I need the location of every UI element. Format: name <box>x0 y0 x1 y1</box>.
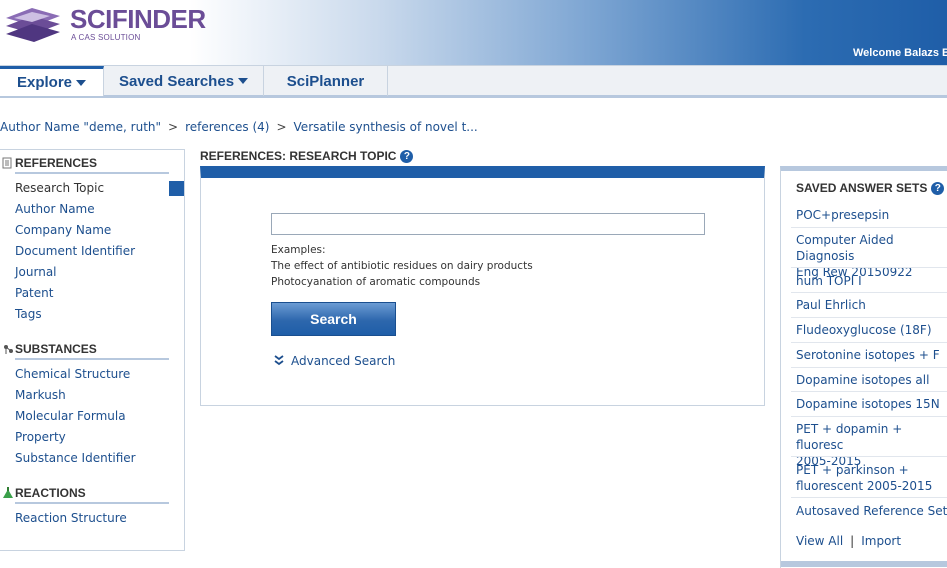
tab-sciplanner[interactable]: SciPlanner <box>264 66 388 96</box>
saved-answer-set[interactable]: Paul Ehrlich <box>796 297 866 313</box>
page-title-text: REFERENCES: RESEARCH TOPIC <box>200 149 397 163</box>
help-icon[interactable]: ? <box>931 182 945 195</box>
divider <box>791 416 947 417</box>
search-button[interactable]: Search <box>271 302 396 336</box>
explore-sidebar: REFERENCES Research Topic Author Name Co… <box>0 149 185 551</box>
examples-block: Examples: The effect of antibiotic resid… <box>271 242 533 290</box>
welcome-user-text[interactable]: Welcome Balazs Ba <box>853 47 947 59</box>
saved-answer-sets-heading: SAVED ANSWER SETS? <box>796 181 945 195</box>
saved-answer-sets-footer: View All | Import <box>796 534 901 548</box>
logo-wordmark: SCIFINDER <box>70 4 206 34</box>
section-substances-heading: SUBSTANCES <box>15 342 169 360</box>
selected-indicator <box>169 181 184 196</box>
sidebar-item-chemical-structure[interactable]: Chemical Structure <box>15 367 130 381</box>
chevron-down-icon <box>238 78 249 84</box>
sidebar-item-patent[interactable]: Patent <box>15 286 53 300</box>
breadcrumb-current-reference[interactable]: Versatile synthesis of novel t... <box>294 120 478 134</box>
divider <box>791 497 947 498</box>
help-icon[interactable]: ? <box>400 150 414 163</box>
view-all-link[interactable]: View All <box>796 534 843 548</box>
research-topic-input[interactable] <box>271 213 705 235</box>
scifinder-logo-icon <box>6 8 60 42</box>
tab-saved-searches-label: Saved Searches <box>118 72 235 90</box>
divider <box>791 227 947 228</box>
sidebar-item-research-topic[interactable]: Research Topic <box>15 181 104 195</box>
saved-answer-set[interactable]: hum TOPI I <box>796 273 862 289</box>
sidebar-item-author-name[interactable]: Author Name <box>15 202 95 216</box>
section-references-heading: REFERENCES <box>15 156 169 174</box>
tab-explore-label: Explore <box>16 74 73 91</box>
saved-answer-set[interactable]: PET + parkinson + fluorescent 2005-2015 <box>796 462 932 494</box>
divider <box>791 267 947 268</box>
header-top-links <box>812 0 947 4</box>
tab-sciplanner-label: SciPlanner <box>286 72 365 90</box>
saved-answer-sets-panel: SAVED ANSWER SETS? POC+presepsin Compute… <box>780 166 947 568</box>
sidebar-item-tags[interactable]: Tags <box>15 307 42 321</box>
page-title: REFERENCES: RESEARCH TOPIC? <box>200 149 414 163</box>
logo-tagline: A CAS SOLUTION <box>71 33 141 42</box>
sidebar-item-journal[interactable]: Journal <box>15 265 57 279</box>
scifinder-logo[interactable]: SCIFINDER A CAS SOLUTION <box>2 2 206 46</box>
substances-icon <box>4 345 13 354</box>
research-topic-panel: Examples: The effect of antibiotic resid… <box>200 166 765 406</box>
tab-explore[interactable]: Explore <box>0 66 104 96</box>
divider <box>791 317 947 318</box>
divider: | <box>850 534 855 548</box>
panel-bottom-bar <box>781 561 947 567</box>
divider <box>791 367 947 368</box>
sidebar-item-document-identifier[interactable]: Document Identifier <box>15 244 135 258</box>
app-header: SCIFINDER A CAS SOLUTION Welcome Balazs … <box>0 0 947 65</box>
import-link[interactable]: Import <box>861 534 901 548</box>
divider <box>791 456 947 457</box>
examples-label: Examples: <box>271 244 326 256</box>
saved-answer-set[interactable]: Autosaved Reference Set <box>796 503 947 519</box>
breadcrumb-separator: > <box>276 120 287 134</box>
divider <box>791 292 947 293</box>
advanced-search-label: Advanced Search <box>291 354 396 368</box>
main-nav: Explore Saved Searches SciPlanner <box>0 65 947 98</box>
saved-answer-set[interactable]: Serotonine isotopes + F <box>796 347 940 363</box>
saved-answer-sets-title: SAVED ANSWER SETS <box>796 181 928 195</box>
sidebar-item-company-name[interactable]: Company Name <box>15 223 111 237</box>
saved-answer-set[interactable]: Dopamine isotopes 15N <box>796 396 940 412</box>
double-chevron-down-icon <box>274 355 284 366</box>
section-reactions-heading: REACTIONS <box>15 486 169 504</box>
sidebar-item-reaction-structure[interactable]: Reaction Structure <box>15 511 127 525</box>
divider <box>791 391 947 392</box>
saved-answer-set[interactable]: Dopamine isotopes all <box>796 372 929 388</box>
chevron-down-icon <box>76 79 87 86</box>
breadcrumb-separator: > <box>168 120 179 134</box>
divider <box>791 342 947 343</box>
reactions-icon <box>3 487 13 498</box>
breadcrumb-references[interactable]: references (4) <box>185 120 269 134</box>
sidebar-item-molecular-formula[interactable]: Molecular Formula <box>15 409 126 423</box>
saved-answer-set[interactable]: Fludeoxyglucose (18F) <box>796 322 932 338</box>
tab-saved-searches[interactable]: Saved Searches <box>104 66 264 96</box>
breadcrumb-author-name[interactable]: Author Name "deme, ruth" <box>0 120 161 134</box>
advanced-search-link[interactable]: Advanced Search <box>273 354 395 368</box>
saved-answer-set[interactable]: POC+presepsin <box>796 207 889 223</box>
sidebar-item-markush[interactable]: Markush <box>15 388 66 402</box>
example-text: The effect of antibiotic residues on dai… <box>271 260 533 272</box>
references-icon <box>2 157 12 169</box>
sidebar-item-property[interactable]: Property <box>15 430 66 444</box>
example-text: Photocyanation of aromatic compounds <box>271 276 481 288</box>
breadcrumb: Author Name "deme, ruth" > references (4) >… <box>0 120 478 134</box>
sidebar-item-substance-identifier[interactable]: Substance Identifier <box>15 451 136 465</box>
